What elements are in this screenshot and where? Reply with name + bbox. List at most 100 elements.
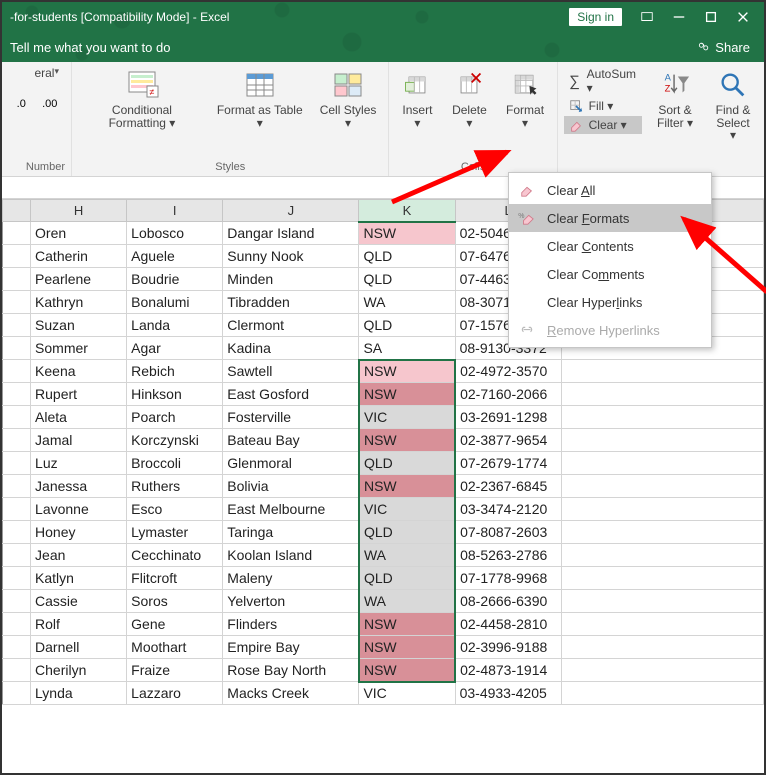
cell[interactable]: East Gosford: [223, 383, 359, 406]
decrease-decimal-button[interactable]: .00: [37, 92, 64, 116]
cell[interactable]: Cecchinato: [127, 544, 223, 567]
clear-formats-item[interactable]: % Clear Formats: [509, 204, 711, 232]
clear-button[interactable]: Clear ▾: [564, 116, 642, 134]
cell[interactable]: NSW: [359, 613, 455, 636]
table-row[interactable]: JanessaRuthersBoliviaNSW02-2367-6845: [3, 475, 764, 498]
cell[interactable]: Fosterville: [223, 406, 359, 429]
cell[interactable]: Clermont: [223, 314, 359, 337]
cell[interactable]: Jamal: [31, 429, 127, 452]
cell-styles-button[interactable]: Cell Styles ▾: [314, 66, 383, 131]
autosum-button[interactable]: ∑ AutoSum ▾: [564, 66, 642, 96]
cell[interactable]: NSW: [359, 429, 455, 452]
cell[interactable]: Bateau Bay: [223, 429, 359, 452]
cell[interactable]: Poarch: [127, 406, 223, 429]
table-row[interactable]: AletaPoarchFostervilleVIC03-2691-1298: [3, 406, 764, 429]
cell[interactable]: WA: [359, 291, 455, 314]
cell[interactable]: SA: [359, 337, 455, 360]
column-header[interactable]: H: [31, 200, 127, 222]
cell[interactable]: Rebich: [127, 360, 223, 383]
cell[interactable]: WA: [359, 590, 455, 613]
cell[interactable]: Soros: [127, 590, 223, 613]
cell[interactable]: Suzan: [31, 314, 127, 337]
cell[interactable]: Broccoli: [127, 452, 223, 475]
cell[interactable]: QLD: [359, 314, 455, 337]
cell[interactable]: Fraize: [127, 659, 223, 682]
format-button[interactable]: Format ▾: [499, 66, 550, 131]
cell[interactable]: [3, 383, 31, 406]
tell-me-bar[interactable]: Tell me what you want to do Share: [2, 32, 764, 62]
cell[interactable]: Ruthers: [127, 475, 223, 498]
column-header[interactable]: I: [127, 200, 223, 222]
cell[interactable]: Dangar Island: [223, 222, 359, 245]
table-row[interactable]: DarnellMoothartEmpire BayNSW02-3996-9188: [3, 636, 764, 659]
cell[interactable]: NSW: [359, 222, 455, 245]
cell[interactable]: 03-4933-4205: [455, 682, 561, 705]
cell[interactable]: [561, 659, 763, 682]
cell[interactable]: [3, 268, 31, 291]
cell[interactable]: Bolivia: [223, 475, 359, 498]
cell[interactable]: Darnell: [31, 636, 127, 659]
cell[interactable]: 02-4972-3570: [455, 360, 561, 383]
table-row[interactable]: RolfGeneFlindersNSW02-4458-2810: [3, 613, 764, 636]
table-row[interactable]: LavonneEscoEast MelbourneVIC03-3474-2120: [3, 498, 764, 521]
cell[interactable]: QLD: [359, 268, 455, 291]
cell[interactable]: [561, 383, 763, 406]
share-button[interactable]: Share: [697, 40, 764, 55]
cell[interactable]: [561, 590, 763, 613]
table-row[interactable]: LyndaLazzaroMacks CreekVIC03-4933-4205: [3, 682, 764, 705]
cell[interactable]: [3, 567, 31, 590]
cell[interactable]: Agar: [127, 337, 223, 360]
cell[interactable]: Hinkson: [127, 383, 223, 406]
cell[interactable]: [3, 475, 31, 498]
cell[interactable]: Aguele: [127, 245, 223, 268]
cell[interactable]: [561, 429, 763, 452]
insert-button[interactable]: Insert ▾: [395, 66, 439, 131]
cell[interactable]: Flinders: [223, 613, 359, 636]
cell[interactable]: WA: [359, 544, 455, 567]
sort-filter-button[interactable]: AZ Sort & Filter ▾: [652, 66, 698, 131]
table-row[interactable]: CherilynFraizeRose Bay NorthNSW02-4873-1…: [3, 659, 764, 682]
column-header[interactable]: [3, 200, 31, 222]
cell[interactable]: Taringa: [223, 521, 359, 544]
cell[interactable]: 03-3474-2120: [455, 498, 561, 521]
cell[interactable]: Moothart: [127, 636, 223, 659]
conditional-formatting-button[interactable]: ≠ Conditional Formatting ▾: [78, 66, 206, 131]
cell[interactable]: NSW: [359, 636, 455, 659]
table-row[interactable]: CassieSorosYelvertonWA08-2666-6390: [3, 590, 764, 613]
cell[interactable]: Korczynski: [127, 429, 223, 452]
format-as-table-button[interactable]: Format as Table ▾: [212, 66, 308, 131]
minimize-icon[interactable]: [672, 10, 686, 24]
cell[interactable]: Keena: [31, 360, 127, 383]
cell[interactable]: [561, 498, 763, 521]
cell[interactable]: QLD: [359, 452, 455, 475]
cell[interactable]: East Melbourne: [223, 498, 359, 521]
table-row[interactable]: KeenaRebichSawtellNSW02-4972-3570: [3, 360, 764, 383]
cell[interactable]: [3, 521, 31, 544]
cell[interactable]: Macks Creek: [223, 682, 359, 705]
cell[interactable]: Pearlene: [31, 268, 127, 291]
cell[interactable]: [561, 452, 763, 475]
cell[interactable]: Koolan Island: [223, 544, 359, 567]
cell[interactable]: NSW: [359, 383, 455, 406]
cell[interactable]: [3, 314, 31, 337]
cell[interactable]: [561, 475, 763, 498]
cell[interactable]: Tibradden: [223, 291, 359, 314]
table-row[interactable]: RupertHinksonEast GosfordNSW02-7160-2066: [3, 383, 764, 406]
cell[interactable]: [3, 636, 31, 659]
cell[interactable]: Lavonne: [31, 498, 127, 521]
cell[interactable]: Janessa: [31, 475, 127, 498]
cell[interactable]: Bonalumi: [127, 291, 223, 314]
column-header[interactable]: J: [223, 200, 359, 222]
column-header[interactable]: K: [359, 200, 455, 222]
cell[interactable]: [3, 452, 31, 475]
cell[interactable]: [3, 590, 31, 613]
cell[interactable]: [3, 429, 31, 452]
cell[interactable]: Sawtell: [223, 360, 359, 383]
cell[interactable]: [561, 636, 763, 659]
cell[interactable]: [561, 360, 763, 383]
cell[interactable]: [561, 613, 763, 636]
delete-button[interactable]: Delete ▾: [445, 66, 493, 131]
cell[interactable]: 08-5263-2786: [455, 544, 561, 567]
cell[interactable]: Flitcroft: [127, 567, 223, 590]
cell[interactable]: [3, 337, 31, 360]
